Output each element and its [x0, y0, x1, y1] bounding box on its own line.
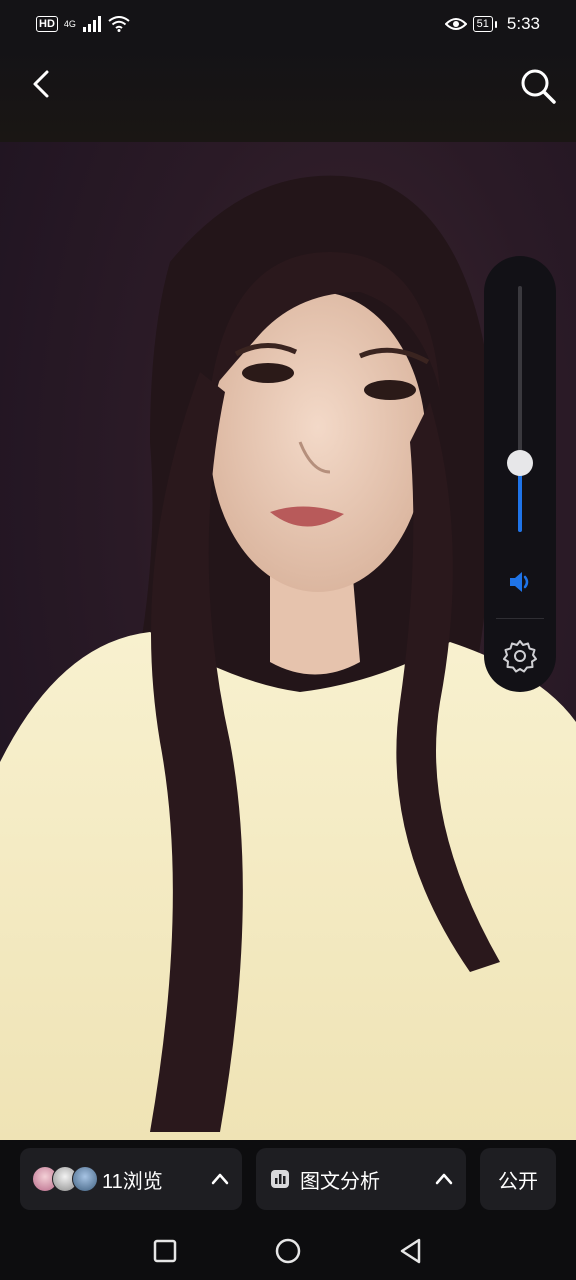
home-icon[interactable]: [273, 1236, 303, 1266]
status-right: 51 5:33: [444, 14, 540, 34]
wifi-icon: [108, 16, 130, 32]
network-type: 4G: [63, 18, 76, 29]
public-label: 公开: [498, 1170, 538, 1193]
gear-icon[interactable]: [502, 638, 538, 674]
eye-icon: [444, 18, 467, 30]
public-button[interactable]: 公开: [480, 1148, 556, 1210]
chevron-left-icon[interactable]: [22, 64, 62, 104]
analysis-button[interactable]: 图文分析: [256, 1148, 466, 1210]
bar-chart-icon: [271, 1170, 289, 1188]
battery-icon: 51: [472, 16, 498, 32]
signal-icon: [82, 16, 101, 32]
top-nav: [0, 48, 576, 142]
divider: [496, 618, 544, 619]
speaker-icon[interactable]: [506, 568, 534, 596]
analysis-label: 图文分析: [300, 1170, 380, 1193]
viewer-avatars: [32, 1164, 98, 1194]
bottom-toolbar: 11浏览 图文分析 公开: [0, 1140, 576, 1220]
avatar: [72, 1166, 98, 1192]
chevron-up-icon: [211, 1173, 229, 1185]
chevron-up-icon: [435, 1173, 453, 1185]
views-button[interactable]: 11浏览: [20, 1148, 242, 1210]
search-icon[interactable]: [516, 64, 560, 108]
hd-badge: HD: [36, 16, 58, 32]
volume-slider-thumb[interactable]: [507, 450, 533, 476]
status-left: HD 4G: [36, 16, 130, 32]
volume-slider-track[interactable]: [518, 286, 522, 532]
volume-panel: [484, 256, 556, 692]
clock: 5:33: [506, 14, 540, 33]
views-count-label: 11浏览: [102, 1170, 163, 1193]
status-bar: HD 4G 51 5:33: [0, 0, 576, 48]
back-triangle-icon[interactable]: [396, 1236, 426, 1266]
system-nav-bar: [0, 1220, 576, 1280]
recent-apps-icon[interactable]: [150, 1236, 180, 1266]
